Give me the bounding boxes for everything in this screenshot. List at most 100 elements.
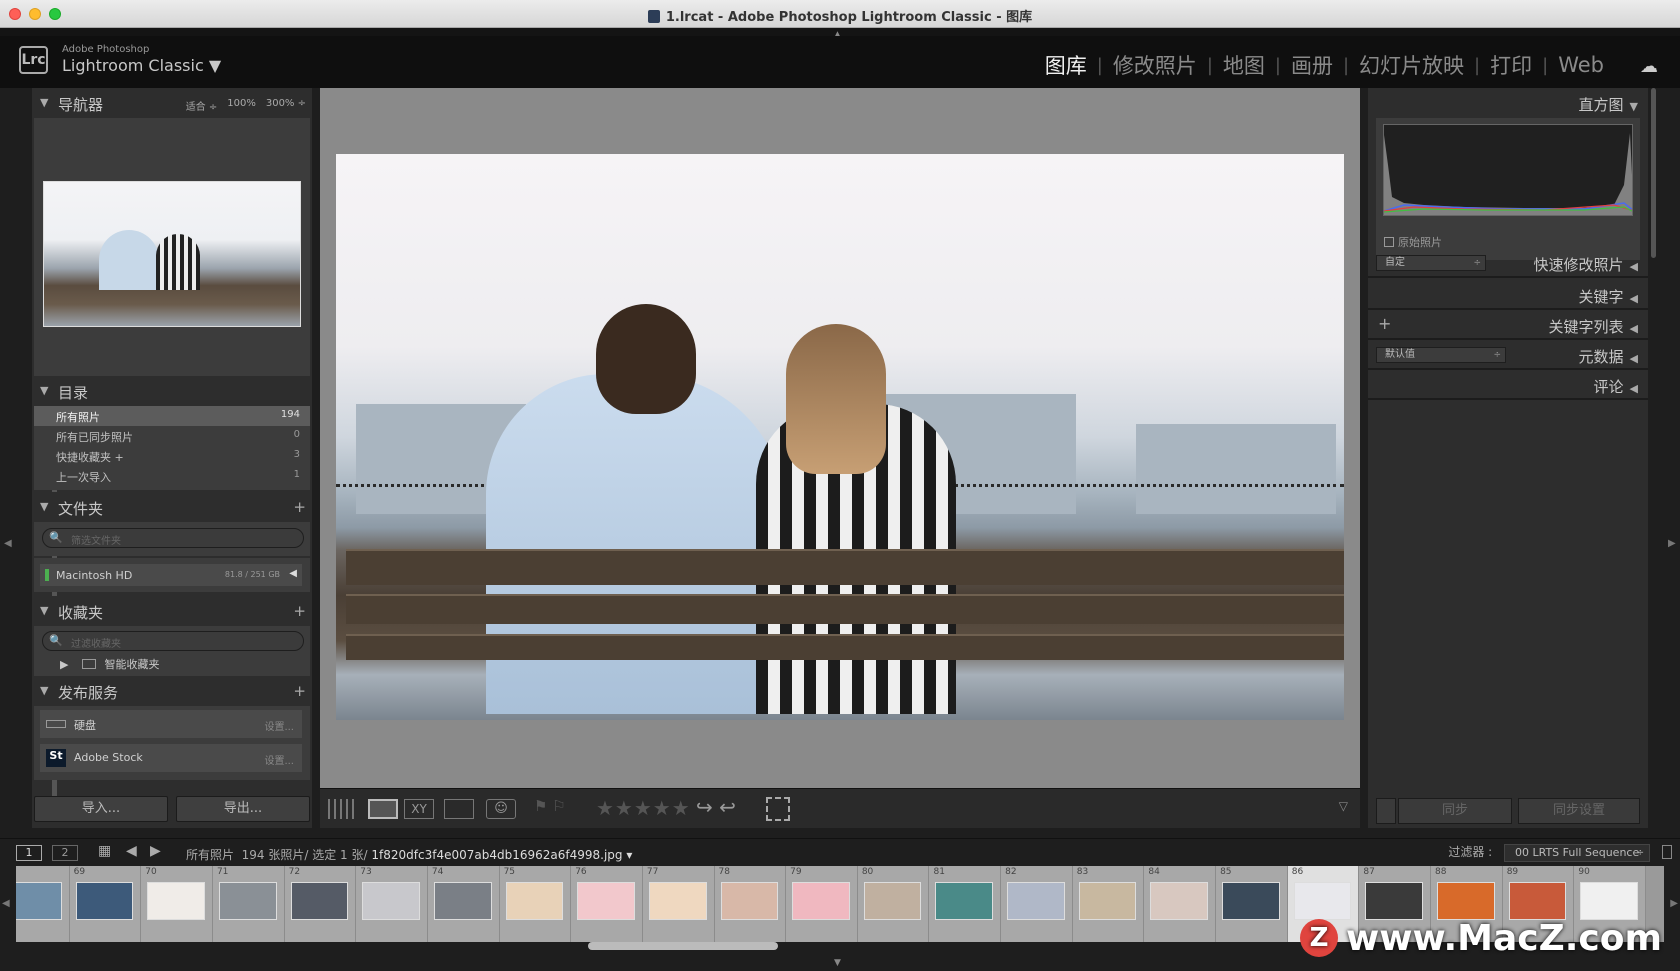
filmstrip-cell[interactable]: 70 <box>141 866 213 942</box>
filmstrip-source-path[interactable]: 所有照片 194 张照片/ 选定 1 张/ 1f820dfc3f4e007ab4… <box>186 846 632 863</box>
watermark: Zwww.MacZ.com <box>1300 918 1662 959</box>
filmstrip-cell-number: 79 <box>790 867 802 877</box>
filmstrip-cell[interactable] <box>16 866 70 942</box>
filmstrip-cell[interactable]: 84 <box>1144 866 1217 942</box>
catalog-item-all-photos[interactable]: 所有照片 194 <box>34 406 310 426</box>
filmstrip-cell[interactable]: 83 <box>1072 866 1145 942</box>
import-button[interactable]: 导入... <box>34 796 168 822</box>
catalog-header[interactable]: ▼ 目录 <box>32 376 312 406</box>
folders-search-input[interactable]: 🔍 筛选文件夹 <box>42 528 304 548</box>
publish-adobe-stock[interactable]: St Adobe Stock 设置... <box>40 744 302 772</box>
flag-icons[interactable]: ⚑ ⚐ <box>534 797 566 815</box>
expand-arrow-icon: ◀ <box>1629 292 1638 305</box>
adobe-stock-setup-button[interactable]: 设置... <box>264 752 294 767</box>
module-library[interactable]: 图库 <box>1045 50 1087 80</box>
crop-icon[interactable] <box>766 797 790 821</box>
filmstrip-scrollbar[interactable] <box>588 942 778 950</box>
survey-view-icon[interactable] <box>444 799 474 819</box>
right-panel-toggle[interactable]: ▶ <box>1664 88 1680 828</box>
right-panel-scrollbar[interactable] <box>1651 88 1656 258</box>
zoom-300[interactable]: 300% ÷ <box>266 98 306 113</box>
module-slideshow[interactable]: 幻灯片放映 <box>1359 50 1464 80</box>
forward-arrow-icon[interactable]: ▶ <box>150 843 161 859</box>
filmstrip-cell[interactable]: 71 <box>212 866 285 942</box>
filmstrip-cell[interactable]: 81 <box>929 866 1002 942</box>
drive-macintosh-hd[interactable]: Macintosh HD 81.8 / 251 GB ◀ <box>40 564 302 586</box>
folders-header[interactable]: ▼ 文件夹 + <box>32 492 312 522</box>
filmstrip-cell[interactable]: 79 <box>786 866 858 942</box>
navigator-thumbnail[interactable] <box>43 181 301 327</box>
folders-list: Macintosh HD 81.8 / 251 GB ◀ <box>34 558 310 592</box>
folder-icon <box>82 659 97 669</box>
filmstrip-cell[interactable]: 74 <box>427 866 500 942</box>
filmstrip-left-arrow-icon[interactable]: ◀ <box>2 898 10 909</box>
hard-drive-setup-button[interactable]: 设置... <box>264 718 294 733</box>
catalog-item-quick-collection[interactable]: 快捷收藏夹 +3 <box>34 446 310 466</box>
quick-develop-preset-select[interactable]: 自定 ÷ <box>1376 255 1486 271</box>
filmstrip-thumbnail <box>1580 882 1638 920</box>
zoom-100[interactable]: 100% <box>227 98 256 113</box>
loupe-view-icon[interactable] <box>368 799 398 819</box>
navigator-header[interactable]: ▼ 导航器 适合 ÷ 100% 300% ÷ <box>32 88 312 118</box>
filmstrip-cell[interactable]: 82 <box>1001 866 1073 942</box>
filmstrip-cell[interactable]: 73 <box>356 866 428 942</box>
left-panel-toggle[interactable]: ◀ <box>0 88 16 828</box>
catalog-item-previous-import[interactable]: 上一次导入 1 <box>34 466 310 486</box>
collapse-bottom-arrow-icon[interactable]: ▼ <box>834 958 841 968</box>
smart-collections-item[interactable]: ▶ 智能收藏夹 <box>60 656 159 672</box>
filmstrip-cell[interactable]: 80 <box>857 866 930 942</box>
add-folder-button[interactable]: + <box>293 498 306 516</box>
secondary-window-button[interactable]: 2 <box>52 845 78 861</box>
add-collection-button[interactable]: + <box>293 602 306 620</box>
sync-toggle-switch[interactable] <box>1376 798 1396 824</box>
metadata-preset-select[interactable]: 默认值 ÷ <box>1376 347 1506 363</box>
sync-button[interactable]: 同步 <box>1398 798 1512 824</box>
rotate-icons[interactable]: ↪ ↩ <box>696 795 736 819</box>
loupe-view[interactable] <box>320 88 1360 788</box>
toolbar-options-chevron-icon[interactable]: ▽ <box>1339 799 1348 813</box>
module-map[interactable]: 地图 <box>1223 50 1265 80</box>
zoom-fit[interactable]: 适合 ÷ <box>186 98 218 113</box>
keyword-list-header[interactable]: + 关键字列表 ◀ <box>1368 310 1648 340</box>
filmstrip-cell[interactable]: 77 <box>642 866 715 942</box>
left-arrow-icon: ◀ <box>4 538 12 549</box>
filter-lock-icon[interactable] <box>1662 845 1672 859</box>
filmstrip-cell[interactable]: 76 <box>571 866 643 942</box>
grid-view-icon[interactable] <box>328 799 358 819</box>
brand-line-2[interactable]: Lightroom Classic ▼ <box>62 56 221 75</box>
metadata-header[interactable]: 默认值 ÷ 元数据 ◀ <box>1368 340 1648 370</box>
filmstrip-right-arrow-icon[interactable]: ▶ <box>1670 898 1678 909</box>
cloud-sync-icon[interactable]: ☁ <box>1640 56 1658 77</box>
filmstrip-cell[interactable]: 78 <box>714 866 787 942</box>
rating-stars[interactable]: ★★★★★ <box>596 796 691 820</box>
collections-header[interactable]: ▼ 收藏夹 + <box>32 596 312 626</box>
quick-develop-header[interactable]: 自定 ÷ 快速修改照片 ◀ <box>1368 248 1648 278</box>
sync-settings-button[interactable]: 同步设置 <box>1518 798 1640 824</box>
module-develop[interactable]: 修改照片 <box>1113 50 1197 80</box>
filmstrip-cell[interactable]: 69 <box>69 866 142 942</box>
comments-header[interactable]: 评论 ◀ <box>1368 370 1648 400</box>
module-book[interactable]: 画册 <box>1291 50 1333 80</box>
back-arrow-icon[interactable]: ◀ <box>126 843 137 859</box>
filter-preset-select[interactable]: 00 LRTS Full Sequence ÷ <box>1504 844 1650 862</box>
compare-view-icon[interactable]: XY <box>404 799 434 819</box>
catalog-item-synced[interactable]: 所有已同步照片 0 <box>34 426 310 446</box>
main-window-button[interactable]: 1 <box>16 845 42 861</box>
grid-icon[interactable]: ▦ <box>98 843 111 859</box>
export-button[interactable]: 导出... <box>176 796 310 822</box>
add-keyword-button[interactable]: + <box>1378 314 1391 333</box>
collections-search-input[interactable]: 🔍 过滤收藏夹 <box>42 631 304 651</box>
publish-hard-drive[interactable]: 硬盘 设置... <box>40 710 302 738</box>
filmstrip-cell[interactable]: 85 <box>1216 866 1288 942</box>
module-web[interactable]: Web <box>1558 53 1604 77</box>
brand-line-1: Adobe Photoshop <box>62 44 150 55</box>
add-publish-service-button[interactable]: + <box>293 682 306 700</box>
expand-arrow-icon[interactable]: ◀ <box>289 568 297 579</box>
filmstrip-cell[interactable]: 72 <box>284 866 357 942</box>
keywording-header[interactable]: 关键字 ◀ <box>1368 280 1648 310</box>
people-view-icon[interactable]: ☺ <box>486 799 516 819</box>
publish-services-header[interactable]: ▼ 发布服务 + <box>32 676 312 706</box>
histogram-header[interactable]: 直方图 ▼ <box>1579 94 1638 115</box>
filmstrip-cell[interactable]: 75 <box>499 866 572 942</box>
module-print[interactable]: 打印 <box>1490 50 1532 80</box>
